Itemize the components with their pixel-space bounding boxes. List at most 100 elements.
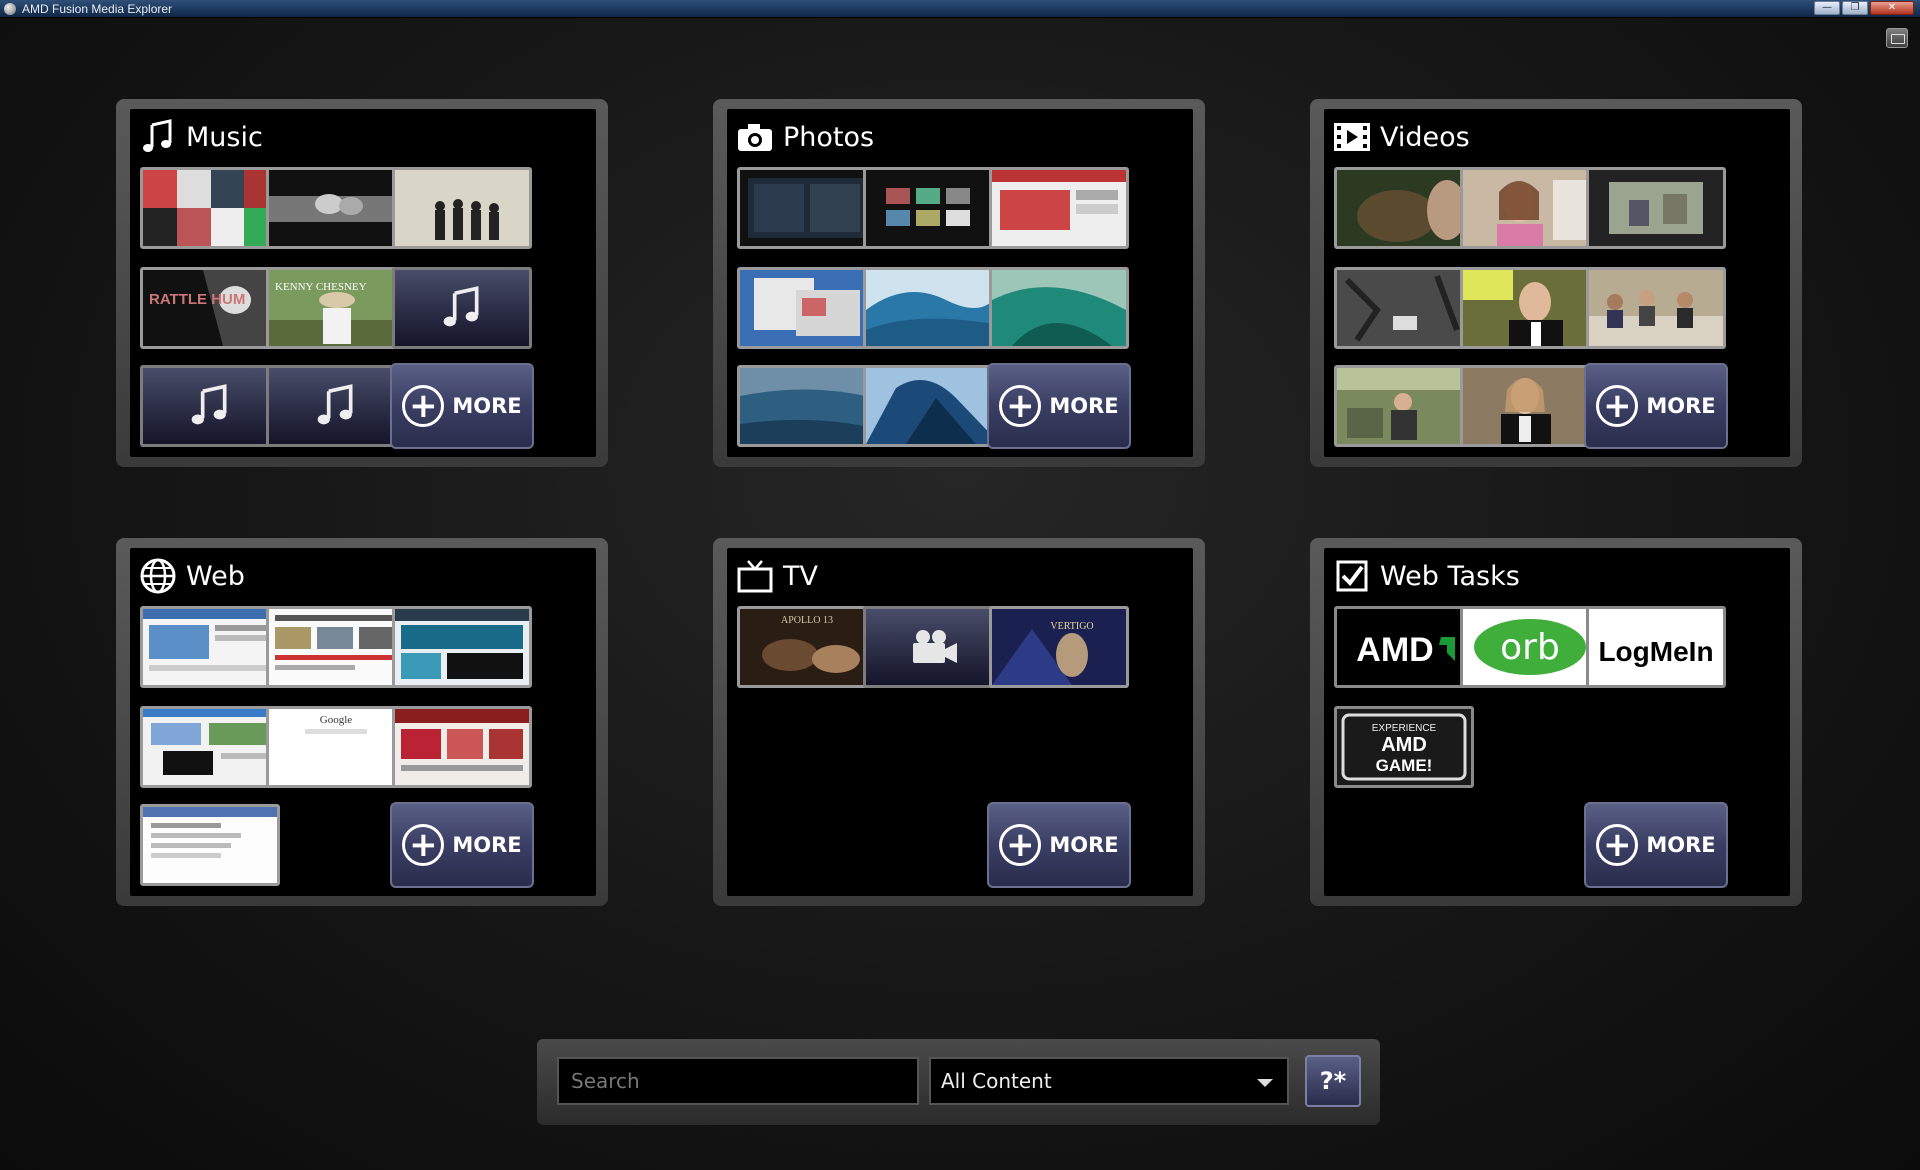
photos-more-button[interactable]: + MORE: [987, 363, 1131, 449]
video-tile[interactable]: [1460, 267, 1600, 349]
more-label: MORE: [1049, 833, 1119, 857]
help-gear-icon: ?*: [1319, 1067, 1347, 1095]
video-tile[interactable]: [1334, 167, 1474, 249]
music-note-icon: [317, 384, 353, 425]
tv-tile[interactable]: VERTIGO: [989, 606, 1129, 688]
tv-placeholder-tile[interactable]: [863, 606, 1003, 688]
web-tile[interactable]: [266, 606, 406, 688]
music-tile[interactable]: [392, 167, 532, 249]
logmein-task-tile[interactable]: LogMeIn: [1586, 606, 1726, 688]
photo-tile[interactable]: [863, 167, 1003, 249]
album-caption: RATTLE HUM: [149, 291, 245, 308]
tv-header[interactable]: TV: [735, 556, 818, 596]
webtasks-header[interactable]: Web Tasks: [1332, 556, 1520, 596]
search-options-button[interactable]: ?*: [1305, 1055, 1361, 1107]
web-title: Web: [186, 560, 245, 592]
photo-tile[interactable]: [989, 167, 1129, 249]
orb-task-tile[interactable]: orb: [1460, 606, 1600, 688]
video-camera-icon: [913, 630, 957, 663]
music-placeholder-tile[interactable]: [266, 365, 406, 447]
photo-tile[interactable]: [737, 267, 877, 349]
web-panel: Web Google + MORE: [116, 538, 608, 906]
music-note-icon: [191, 384, 227, 425]
web-tile[interactable]: [140, 606, 280, 688]
title-bar: AMD Fusion Media Explorer — ❐ ✕: [0, 0, 1920, 18]
tv-more-button[interactable]: + MORE: [987, 802, 1131, 888]
tv-icon: [735, 556, 775, 596]
plus-circle-icon: +: [402, 824, 445, 866]
plus-circle-icon: +: [999, 385, 1042, 427]
window-title: AMD Fusion Media Explorer: [22, 1, 173, 16]
app-window: AMD Fusion Media Explorer — ❐ ✕ Music RA…: [0, 0, 1920, 1170]
more-label: MORE: [1646, 833, 1716, 857]
logmein-logo-text: LogMeIn: [1598, 636, 1713, 667]
music-header[interactable]: Music: [138, 117, 263, 157]
video-tile[interactable]: [1460, 365, 1600, 447]
photo-tile[interactable]: [863, 267, 1003, 349]
web-tile[interactable]: [140, 706, 280, 788]
video-tile[interactable]: [1460, 167, 1600, 249]
web-more-button[interactable]: + MORE: [390, 802, 534, 888]
amd-game-task-tile[interactable]: EXPERIENCE AMD GAME!: [1334, 706, 1474, 788]
web-header[interactable]: Web: [138, 556, 245, 596]
video-tile[interactable]: [1586, 267, 1726, 349]
amd-logo-text: AMD: [1356, 631, 1433, 669]
webtasks-panel: Web Tasks AMD orb LogMeIn EXPERIENCE AMD G…: [1310, 538, 1802, 906]
web-tile[interactable]: [392, 706, 532, 788]
videos-panel: Videos + MORE: [1310, 99, 1802, 467]
tv-title: TV: [783, 560, 818, 592]
music-note-icon: [138, 117, 178, 157]
game-logo-line3: GAME!: [1376, 756, 1433, 775]
music-placeholder-tile[interactable]: [140, 365, 280, 447]
photo-tile[interactable]: [989, 267, 1129, 349]
content-scope-dropdown[interactable]: All Content: [929, 1057, 1289, 1105]
web-tile[interactable]: [392, 606, 532, 688]
web-tile[interactable]: [140, 804, 280, 886]
videos-more-button[interactable]: + MORE: [1584, 363, 1728, 449]
music-panel: Music RATTLE HUM KENNY CHESNEY + MORE: [116, 99, 608, 467]
tv-caption: APOLLO 13: [781, 615, 833, 626]
music-more-button[interactable]: + MORE: [390, 363, 534, 449]
film-icon: [1332, 117, 1372, 157]
tv-tile[interactable]: APOLLO 13: [737, 606, 877, 688]
videos-header[interactable]: Videos: [1332, 117, 1470, 157]
webtasks-more-button[interactable]: + MORE: [1584, 802, 1728, 888]
music-placeholder-tile[interactable]: [392, 267, 532, 349]
photo-tile[interactable]: [737, 167, 877, 249]
plus-circle-icon: +: [402, 385, 445, 427]
video-tile[interactable]: [1586, 167, 1726, 249]
globe-icon: [138, 556, 178, 596]
music-tile[interactable]: RATTLE HUM: [140, 267, 280, 349]
window-controls: — ❐ ✕: [1814, 1, 1914, 15]
music-tile[interactable]: KENNY CHESNEY: [266, 267, 406, 349]
chevron-down-icon: [1257, 1079, 1273, 1087]
google-logo-text: Google: [320, 714, 353, 726]
music-title: Music: [186, 121, 263, 153]
music-tile[interactable]: [140, 167, 280, 249]
photos-panel: Photos + MORE: [713, 99, 1205, 467]
photos-header[interactable]: Photos: [735, 117, 874, 157]
game-logo-line2: AMD: [1381, 734, 1427, 756]
amd-task-tile[interactable]: AMD: [1334, 606, 1474, 688]
window-mode-button[interactable]: [1886, 28, 1908, 48]
close-button[interactable]: ✕: [1870, 1, 1914, 15]
web-tile[interactable]: Google: [266, 706, 406, 788]
video-tile[interactable]: [1334, 365, 1474, 447]
search-bar: All Content ?*: [537, 1039, 1380, 1125]
video-tile[interactable]: [1334, 267, 1474, 349]
app-icon: [4, 2, 16, 15]
plus-circle-icon: +: [999, 824, 1042, 866]
photo-tile[interactable]: [737, 365, 877, 447]
content-scope-value: All Content: [941, 1069, 1052, 1093]
restore-button[interactable]: ❐: [1842, 1, 1868, 15]
camera-icon: [735, 117, 775, 157]
search-input[interactable]: [557, 1057, 919, 1105]
plus-circle-icon: +: [1596, 824, 1639, 866]
checkbox-icon: [1332, 556, 1372, 596]
plus-circle-icon: +: [1596, 385, 1639, 427]
more-label: MORE: [452, 833, 522, 857]
photo-tile[interactable]: [863, 365, 1003, 447]
more-label: MORE: [1646, 394, 1716, 418]
music-tile[interactable]: [266, 167, 406, 249]
minimize-button[interactable]: —: [1814, 1, 1840, 15]
